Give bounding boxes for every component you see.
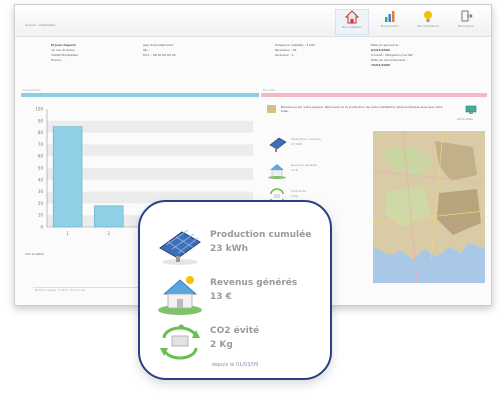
installation-inverter: Onduleur : 1 xyxy=(275,53,294,57)
nav-item-logout[interactable]: Déconnexion xyxy=(449,9,483,35)
y-tick-label: 40 xyxy=(38,177,44,182)
map-terrain xyxy=(373,131,485,283)
house-solar-icon xyxy=(268,164,286,179)
section-bar-bilan xyxy=(261,93,487,97)
exit-icon xyxy=(461,10,473,22)
footer-links[interactable]: Mentions légales · Contact · Plan du sit… xyxy=(35,289,85,292)
location-map[interactable] xyxy=(373,131,485,283)
top-bar: Accueil › Installation Mon installation … xyxy=(15,5,491,37)
nav-label: Mes informations xyxy=(417,25,439,28)
x-tick-label: 2 xyxy=(108,231,111,236)
y-tick-label: 100 xyxy=(35,107,43,112)
installation-info: Puissance installée : 3 kWc Panneaux : 1… xyxy=(275,43,316,58)
recycle-icon xyxy=(160,324,200,360)
house-icon xyxy=(345,10,359,24)
bar xyxy=(94,205,124,228)
lightbulb-icon xyxy=(424,11,432,22)
y-tick-label: 50 xyxy=(38,166,44,171)
zoom-item-revenue: Revenus générés 13 € xyxy=(156,272,326,316)
owner-info: M Jean Dupont 12 rue du Soleil 34000 Mon… xyxy=(51,43,78,63)
zoom-production-title: Production cumulée xyxy=(210,230,312,240)
zoom-since-date: depuis le 01/03/09 xyxy=(211,362,259,368)
bar xyxy=(52,126,83,228)
section-bar-production xyxy=(21,93,259,97)
computer-icon[interactable] xyxy=(465,105,477,115)
y-tick-label: 10 xyxy=(38,213,44,218)
y-tick-label: 90 xyxy=(38,118,44,123)
detail-link[interactable]: Voir le détail xyxy=(25,252,44,256)
nav-item-production[interactable]: Ma production xyxy=(373,9,407,35)
y-tick-label: 20 xyxy=(38,201,44,206)
welcome-message: Bienvenue sur votre espace. Retrouvez ic… xyxy=(267,103,479,123)
breadcrumb[interactable]: Accueil › Installation xyxy=(25,23,55,27)
nav-item-informations[interactable]: Mes informations xyxy=(411,9,445,35)
contact-info: jean.dupont@mail.fr Tél. : Port. : 06 00… xyxy=(143,43,176,58)
zoom-co2-value: 2 Kg xyxy=(210,340,233,350)
summary-revenue-value: 13 € xyxy=(291,168,298,172)
nav-label: Mon installation xyxy=(342,26,362,29)
house-solar-icon xyxy=(158,276,202,315)
zoom-item-production: Production cumulée 23 kWh xyxy=(156,224,326,268)
section-label-production: Ma production xyxy=(23,89,41,92)
x-tick-label: 1 xyxy=(66,231,69,236)
welcome-button-label[interactable]: Voir le détail xyxy=(457,118,473,121)
solar-panel-icon xyxy=(269,137,287,152)
zoom-co2-title: CO2 évité xyxy=(210,326,260,336)
contact-mobile: Port. : 06 00 00 00 00 xyxy=(143,53,176,57)
y-tick-label: 70 xyxy=(38,142,44,147)
zoom-revenue-value: 13 € xyxy=(210,292,232,302)
y-tick-label: 30 xyxy=(38,189,44,194)
y-tick-label: 0 xyxy=(40,225,43,230)
summary-zoom-panel: Production cumulée 23 kWh Revenus généré… xyxy=(138,200,332,380)
chart-icon xyxy=(385,11,395,22)
nav-item-installation[interactable]: Mon installation xyxy=(335,9,369,35)
zoom-production-value: 23 kWh xyxy=(210,244,248,254)
summary-item-production: Production cumulée 23 kWh xyxy=(267,133,373,157)
owner-country: France xyxy=(51,58,61,62)
summary-item-revenue: Revenus générés 13 € xyxy=(267,159,373,183)
summary-production-value: 23 kWh xyxy=(291,142,303,146)
solar-panel-icon xyxy=(159,229,201,265)
section-label-bilan: Mon bilan xyxy=(263,89,276,92)
y-tick-label: 80 xyxy=(38,130,44,135)
summary-co2-value: 2 Kg xyxy=(291,194,298,198)
zoom-item-co2: CO2 évité 2 Kg xyxy=(156,320,326,364)
y-tick-label: 60 xyxy=(38,154,44,159)
nav-label: Déconnexion xyxy=(457,25,475,28)
zoom-revenue-title: Revenus générés xyxy=(210,278,298,288)
connection-date: 15/02/2009 xyxy=(371,63,390,67)
welcome-text: Bienvenue sur votre espace. Retrouvez ic… xyxy=(281,105,443,113)
page: Accueil › Installation Mon installation … xyxy=(0,0,504,398)
envelope-icon xyxy=(267,105,276,113)
nav-label: Ma production xyxy=(381,25,399,28)
contract-info: Mise en service le : 01/03/2009 Contrat … xyxy=(371,43,413,68)
